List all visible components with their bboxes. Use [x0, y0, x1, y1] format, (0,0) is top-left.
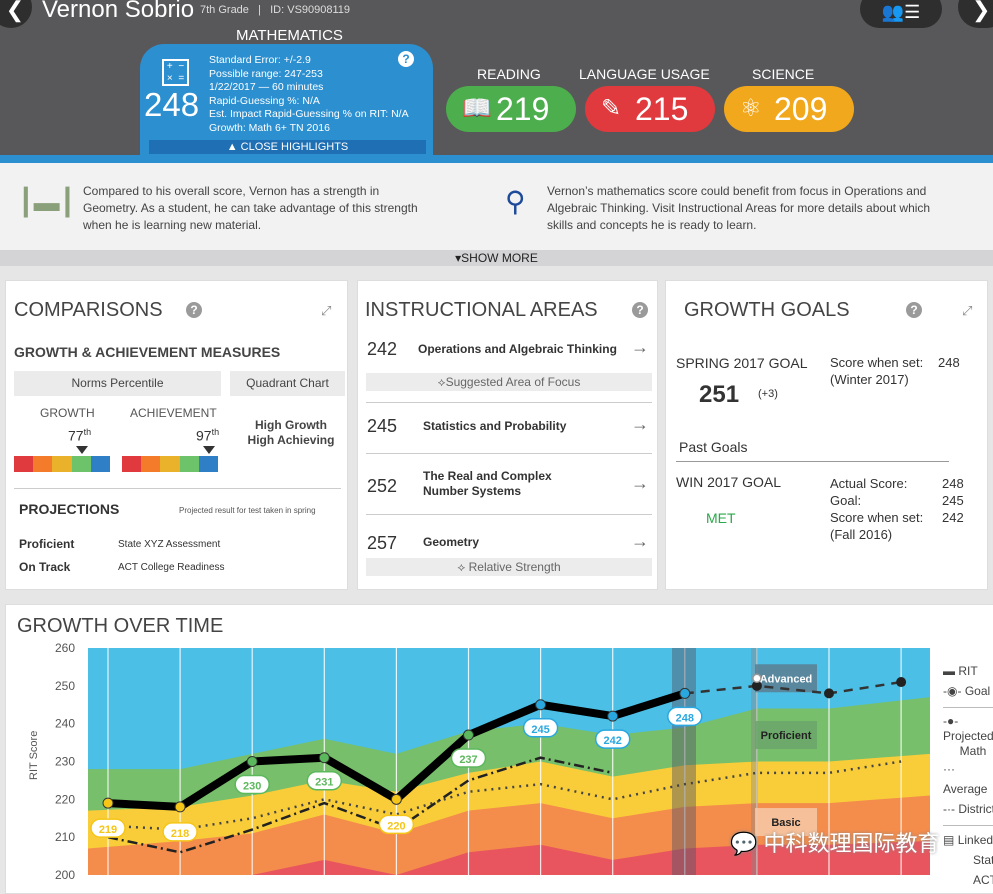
legend-label: Average	[943, 782, 988, 796]
rit-data-label: 248	[667, 706, 703, 727]
y-tick-label: 240	[55, 717, 75, 731]
goal-marker-icon: -◉-	[943, 684, 962, 698]
rit-data-label: 220	[378, 814, 415, 835]
current-term-highlight	[672, 648, 696, 875]
legend-goal: -◉- Goal	[943, 681, 993, 701]
watermark-text: 中科数理国际教育	[763, 831, 940, 856]
rit-point	[390, 793, 402, 805]
rit-data-label: 242	[594, 729, 631, 749]
rit-data-label: 219	[90, 818, 126, 838]
legend-label: Linked	[957, 833, 993, 847]
legend-label: Math	[959, 744, 987, 758]
rit-data-label: 218	[162, 822, 198, 842]
rit-point	[463, 729, 474, 741]
projected-marker-icon: -●-	[943, 714, 959, 728]
y-tick-label: 210	[55, 830, 75, 844]
legend-label: ACT	[973, 873, 993, 887]
dash-dot-line-icon: -·-	[943, 802, 955, 816]
legend-label: Projected	[943, 729, 993, 743]
band-label: Proficient	[755, 721, 817, 750]
legend-projected: -●- Projected Math	[943, 707, 993, 759]
wechat-icon: 💬	[730, 831, 758, 856]
rit-label-text: 245	[531, 724, 549, 736]
rit-label-text: 218	[171, 828, 189, 840]
rit-point	[318, 752, 330, 764]
band-label-text: Proficient	[761, 730, 812, 742]
y-tick-label: 200	[55, 868, 75, 882]
legend-label: RIT	[958, 664, 978, 678]
rit-label-text: 220	[387, 820, 405, 832]
legend-linked: ▤ Linked	[943, 825, 993, 850]
projected-point	[896, 677, 907, 688]
legend-rit: ▬ RIT	[943, 661, 993, 681]
y-tick-label: 250	[55, 679, 75, 693]
rit-label-text: 219	[99, 824, 117, 836]
legend-average: ··· Average	[943, 759, 993, 799]
rit-data-label: 237	[450, 748, 487, 768]
rit-label-text: 231	[315, 777, 333, 789]
rit-label-text: 242	[604, 735, 622, 747]
projected-point	[824, 688, 834, 699]
rit-point	[174, 801, 186, 813]
rit-point	[102, 797, 114, 809]
legend-district: -·- District	[943, 799, 993, 819]
rit-label-text: 248	[676, 712, 694, 724]
rit-point	[607, 710, 619, 722]
rit-point	[679, 687, 691, 699]
rit-data-label: 231	[306, 770, 343, 791]
growth-chart: AdvancedProficientBasic20021022023024025…	[55, 641, 930, 882]
watermark: 💬 中科数理国际教育	[730, 826, 940, 858]
rit-data-label: 230	[234, 774, 270, 795]
legend-label: District	[958, 802, 993, 816]
goal-point	[752, 673, 762, 684]
band-label-text: Advanced	[760, 673, 813, 685]
legend-label: State	[973, 853, 993, 867]
rit-label-text: 237	[459, 754, 477, 766]
linked-icon: ▤	[943, 833, 955, 847]
y-tick-label: 230	[55, 755, 75, 769]
dotted-line-icon: ···	[943, 762, 955, 776]
chart-legend: ▬ RIT -◉- Goal -●- Projected Math ··· Av…	[943, 661, 993, 890]
rit-point	[535, 699, 547, 711]
rit-line-icon: ▬	[943, 664, 955, 678]
rit-point	[246, 756, 258, 767]
rit-data-label: 245	[522, 718, 559, 738]
y-tick-label: 260	[55, 641, 75, 655]
legend-label: Goal	[964, 684, 991, 698]
y-tick-label: 220	[55, 792, 75, 806]
rit-label-text: 230	[243, 781, 261, 793]
